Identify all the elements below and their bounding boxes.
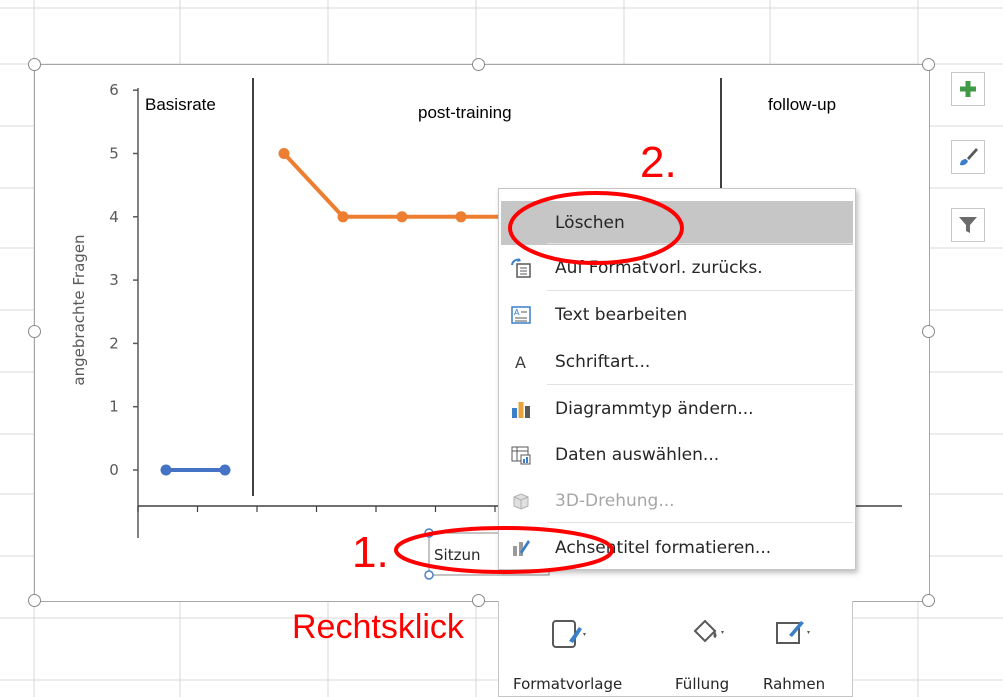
menu-item-label: Löschen bbox=[555, 213, 625, 233]
chart-handle-top-center[interactable] bbox=[472, 58, 485, 71]
chart-handle-top-left[interactable] bbox=[28, 58, 41, 71]
chart-styles-button[interactable] bbox=[951, 140, 985, 174]
format-axis-title-icon bbox=[501, 526, 541, 570]
data-point[interactable] bbox=[278, 148, 290, 159]
chart-handle-bottom-center[interactable] bbox=[472, 594, 485, 607]
menu-item-diagrammtyp-ändern[interactable]: Diagrammtyp ändern... bbox=[501, 387, 853, 431]
format-style-label: Formatvorlage bbox=[513, 675, 623, 693]
font-icon: A bbox=[501, 340, 541, 384]
menu-item-label: Text bearbeiten bbox=[555, 305, 688, 325]
chart-handle-bottom-right[interactable] bbox=[922, 594, 935, 607]
y-tick-label: 3 bbox=[109, 271, 119, 289]
menu-item-löschen[interactable]: Löschen bbox=[501, 201, 853, 245]
chart-handle-mid-right[interactable] bbox=[922, 325, 935, 338]
y-tick-label: 6 bbox=[109, 81, 119, 99]
annotation-step2: 2. bbox=[640, 138, 677, 187]
data-point[interactable] bbox=[455, 211, 467, 223]
series-line-post-training[interactable] bbox=[282, 152, 520, 219]
menu-item-label: Achsentitel formatieren... bbox=[555, 538, 772, 558]
menu-item-label: Daten auswählen... bbox=[555, 445, 720, 465]
empty-icon-slot bbox=[501, 201, 541, 245]
y-tick-label: 5 bbox=[109, 145, 119, 163]
chart-handle-mid-left[interactable] bbox=[28, 325, 41, 338]
y-ticks: 0 1 2 3 4 5 6 bbox=[109, 81, 138, 479]
menu-separator bbox=[547, 243, 853, 244]
y-tick-label: 0 bbox=[109, 461, 119, 479]
data-point[interactable] bbox=[337, 211, 349, 223]
menu-item-label: 3D-Drehung... bbox=[555, 491, 675, 511]
format-style-icon bbox=[552, 620, 586, 648]
menu-separator bbox=[547, 290, 853, 291]
edit-text-icon: A bbox=[501, 293, 541, 337]
svg-text:A: A bbox=[515, 353, 526, 372]
phase-label-basisrate: Basisrate bbox=[145, 95, 216, 114]
menu-item-label: Schriftart... bbox=[555, 352, 651, 372]
menu-item-daten-auswählen[interactable]: Daten auswählen... bbox=[501, 433, 853, 477]
format-style-button[interactable]: Formatvorlage bbox=[499, 601, 639, 697]
y-tick-label: 4 bbox=[109, 208, 119, 226]
menu-item-schriftart[interactable]: A Schriftart... bbox=[501, 340, 853, 384]
phase-label-post-training: post-training bbox=[418, 103, 512, 122]
x-axis-title[interactable]: Sitzun bbox=[434, 546, 480, 564]
menu-item-3d-drehung: 3D-Drehung... bbox=[501, 479, 853, 523]
outline-button[interactable]: Rahmen bbox=[761, 601, 841, 697]
chart-elements-button[interactable] bbox=[951, 72, 985, 106]
data-point[interactable] bbox=[160, 464, 172, 476]
y-tick-label: 2 bbox=[109, 334, 119, 352]
menu-item-label: Auf Formatvorl. zurücks. bbox=[555, 258, 763, 278]
fill-label: Füllung bbox=[675, 675, 730, 693]
paint-bucket-icon bbox=[693, 619, 724, 643]
plus-icon bbox=[960, 81, 976, 97]
reset-style-icon bbox=[501, 246, 541, 290]
chart-type-icon bbox=[501, 387, 541, 431]
outline-label: Rahmen bbox=[763, 675, 826, 693]
outline-pen-icon bbox=[776, 621, 810, 644]
context-menu: Löschen Auf Formatvorl. zurücks. A Text bea… bbox=[498, 188, 856, 570]
chart-handle-bottom-left[interactable] bbox=[28, 594, 41, 607]
filter-icon bbox=[959, 217, 977, 233]
menu-separator bbox=[547, 522, 853, 523]
data-point[interactable] bbox=[219, 464, 231, 476]
menu-separator bbox=[547, 384, 853, 385]
select-data-icon bbox=[501, 433, 541, 477]
annotation-right-click: Rechtsklick bbox=[292, 608, 464, 646]
chart-filters-button[interactable] bbox=[951, 208, 985, 242]
mini-toolbar: Formatvorlage Füllung Rahmen bbox=[498, 601, 853, 697]
menu-item-text-bearbeiten[interactable]: A Text bearbeiten bbox=[501, 293, 853, 337]
chart-handle-top-right[interactable] bbox=[922, 58, 935, 71]
fill-button[interactable]: Füllung bbox=[675, 601, 755, 697]
y-axis-title[interactable]: angebrachte Fragen bbox=[70, 234, 88, 385]
brush-icon bbox=[960, 148, 978, 166]
axis-title-handle-top[interactable] bbox=[424, 528, 434, 538]
axis-title-handle-bottom[interactable] bbox=[424, 570, 434, 580]
menu-item-auf-formatvorl-zurücks[interactable]: Auf Formatvorl. zurücks. bbox=[501, 246, 853, 290]
annotation-step1: 1. bbox=[352, 528, 389, 577]
y-tick-label: 1 bbox=[109, 398, 119, 416]
3d-rotation-icon bbox=[501, 479, 541, 523]
svg-text:A: A bbox=[514, 308, 520, 317]
menu-item-label: Diagrammtyp ändern... bbox=[555, 399, 754, 419]
menu-item-achsentitel-formatieren[interactable]: Achsentitel formatieren... bbox=[501, 526, 853, 570]
data-point[interactable] bbox=[396, 211, 408, 223]
phase-label-follow-up: follow-up bbox=[768, 95, 836, 114]
